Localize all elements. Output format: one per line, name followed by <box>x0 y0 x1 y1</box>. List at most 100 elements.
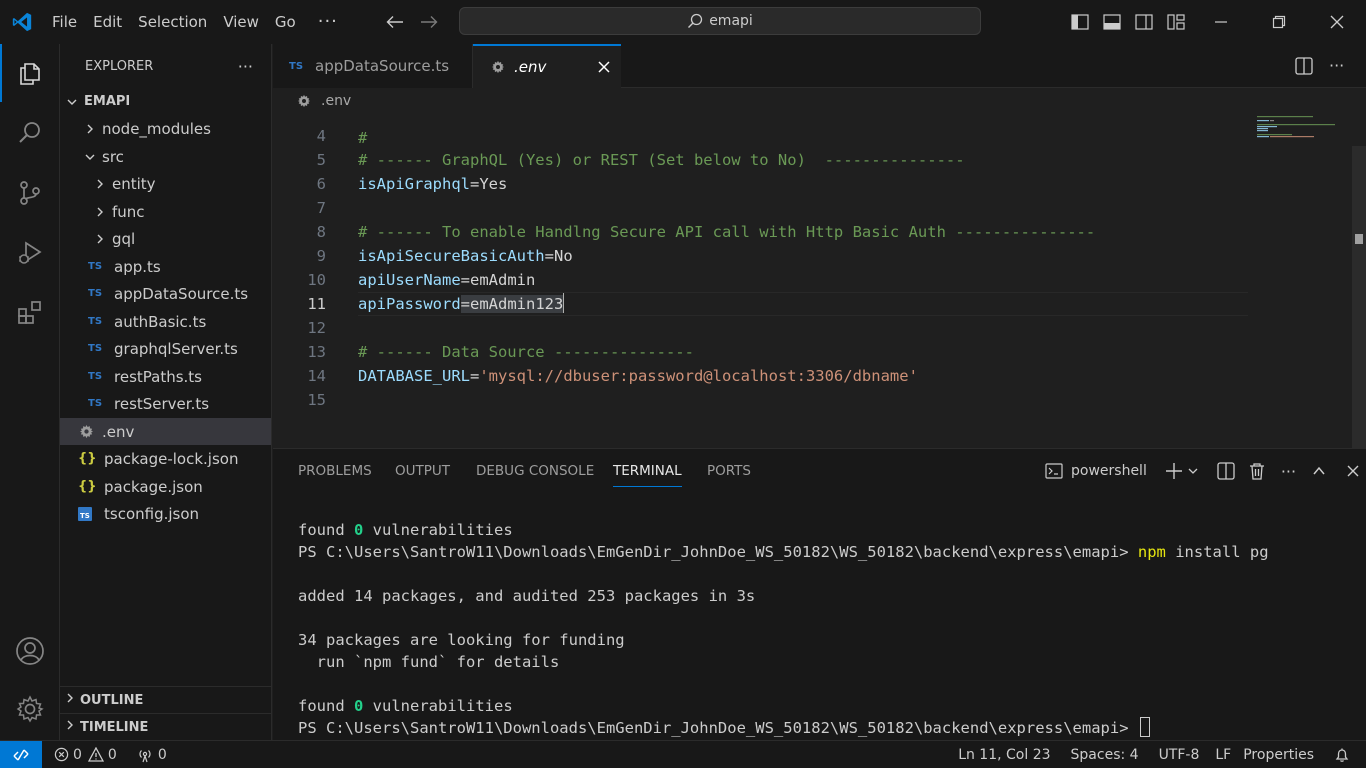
panel-tab-debug-console[interactable]: DEBUG CONSOLE <box>476 449 594 493</box>
explorer-more-button[interactable]: ··· <box>238 57 253 76</box>
menu-edit[interactable]: Edit <box>85 0 130 44</box>
cursor-position[interactable]: Ln 11, Col 23 <box>952 741 1064 768</box>
split-editor-icon[interactable] <box>1295 57 1313 79</box>
chevron-right-icon <box>92 178 108 190</box>
encoding-status[interactable]: UTF-8 <box>1153 741 1210 768</box>
tree-item-label: entity <box>112 174 156 193</box>
code-line: 15 <box>273 388 1353 412</box>
minimap[interactable] <box>1255 114 1355 154</box>
tree-root-label: EMAPI <box>84 94 131 109</box>
tree-item-label: app.ts <box>114 257 161 276</box>
maximize-panel-icon[interactable] <box>1312 464 1326 478</box>
tab-appdatasource-ts[interactable]: TS appDataSource.ts <box>273 44 473 88</box>
new-terminal-icon[interactable] <box>1165 462 1183 480</box>
tab-env[interactable]: .env <box>473 44 621 88</box>
menu-file[interactable]: File <box>44 0 85 44</box>
code-token: # ------ GraphQL (Yes) or REST (Set belo… <box>358 151 965 169</box>
tree-item-package-lock-json[interactable]: {} package-lock.json <box>60 445 271 472</box>
tree-root-folder[interactable]: EMAPI <box>60 88 271 115</box>
close-tab-icon[interactable] <box>597 60 611 74</box>
forward-arrow-icon[interactable] <box>412 0 446 44</box>
toggle-secondary-sidebar-icon[interactable] <box>1128 0 1160 44</box>
panel-more-button[interactable]: ··· <box>1281 462 1296 481</box>
code-line: 8 # ------ To enable Handlng Secure API c… <box>273 220 1353 244</box>
code-editor[interactable]: # 4 5 # ------ GraphQL (Yes) or REST (Set … <box>273 114 1366 448</box>
tree-item-authbasic-ts[interactable]: TS authBasic.ts <box>60 308 271 335</box>
code-token: No <box>553 247 573 265</box>
panel-tab-terminal[interactable]: TERMINAL <box>613 449 682 493</box>
tree-item-gql[interactable]: gql <box>60 225 271 252</box>
problems-status[interactable]: 0 0 <box>48 741 123 768</box>
tree-item-env[interactable]: .env <box>60 418 271 445</box>
customize-layout-icon[interactable] <box>1160 0 1192 44</box>
typescript-file-icon: TS <box>88 371 103 382</box>
command-center-search[interactable]: emapi <box>459 7 981 35</box>
menu-more[interactable]: ··· <box>304 0 352 44</box>
ports-status[interactable]: 0 <box>131 741 173 768</box>
toggle-panel-icon[interactable] <box>1096 0 1128 44</box>
menu-selection[interactable]: Selection <box>130 0 215 44</box>
language-mode[interactable]: Properties <box>1237 741 1328 768</box>
tree-item-entity[interactable]: entity <box>60 170 271 197</box>
tree-item-package-json[interactable]: {} package.json <box>60 473 271 500</box>
close-panel-icon[interactable] <box>1346 464 1360 478</box>
minimize-window-icon[interactable] <box>1192 0 1250 44</box>
restore-window-icon[interactable] <box>1250 0 1308 44</box>
tree-item-label: node_modules <box>102 119 211 138</box>
terminal-text: vulnerabilities <box>363 521 513 539</box>
tree-item-label: func <box>112 202 145 221</box>
notifications-bell-icon[interactable] <box>1328 741 1366 768</box>
tree-item-node-modules[interactable]: node_modules <box>60 115 271 142</box>
settings-gear-icon[interactable] <box>0 680 60 738</box>
toggle-primary-sidebar-icon[interactable] <box>1064 0 1096 44</box>
eol-status[interactable]: LF <box>1209 741 1237 768</box>
code-text: # ------ Data Source --------------- <box>358 340 694 364</box>
editor-more-actions-icon[interactable]: ··· <box>1329 56 1344 75</box>
split-terminal-icon[interactable] <box>1217 462 1235 480</box>
close-window-icon[interactable] <box>1308 0 1366 44</box>
panel-tab-problems[interactable]: PROBLEMS <box>298 449 372 493</box>
breadcrumb-file[interactable]: .env <box>321 93 351 109</box>
terminal-line: PS C:\Users\SantroW11\Downloads\EmGenDir… <box>298 541 1269 563</box>
editor-scrollbar[interactable] <box>1352 146 1366 448</box>
terminal-text: 0 <box>354 697 364 715</box>
trash-icon[interactable] <box>1249 462 1265 480</box>
tree-item-restpaths-ts[interactable]: TS restPaths.ts <box>60 363 271 390</box>
remote-indicator-icon[interactable] <box>0 741 42 768</box>
tree-item-label: package.json <box>104 477 203 496</box>
accounts-icon[interactable] <box>0 622 60 680</box>
tree-item-graphqlserver-ts[interactable]: TS graphqlServer.ts <box>60 335 271 362</box>
code-text: isApiSecureBasicAuth=No <box>358 244 573 268</box>
tree-item-app-ts[interactable]: TS app.ts <box>60 253 271 280</box>
outline-label: OUTLINE <box>80 692 144 708</box>
typescript-file-icon: TS <box>88 316 103 327</box>
code-token: = <box>469 367 480 385</box>
tree-item-tsconfig-json[interactable]: TS tsconfig.json <box>60 500 271 527</box>
chevron-down-icon[interactable] <box>1187 465 1199 477</box>
tree-item-label: graphqlServer.ts <box>114 339 238 358</box>
explorer-files-icon[interactable] <box>0 44 60 102</box>
source-control-icon[interactable] <box>0 164 60 222</box>
tree-item-restserver-ts[interactable]: TS restServer.ts <box>60 390 271 417</box>
extensions-icon[interactable] <box>0 284 60 342</box>
typescript-file-icon: TS <box>289 60 304 72</box>
timeline-section-header[interactable]: TIMELINE <box>60 713 271 740</box>
panel-tab-ports[interactable]: PORTS <box>707 449 751 493</box>
outline-section-header[interactable]: OUTLINE <box>60 686 271 713</box>
indentation-status[interactable]: Spaces: 4 <box>1065 741 1153 768</box>
typescript-file-icon: TS <box>88 261 103 272</box>
tree-item-appdatasource-ts[interactable]: TS appDataSource.ts <box>60 280 271 307</box>
search-view-icon[interactable] <box>0 104 60 162</box>
terminal-shell-name[interactable]: powershell <box>1071 463 1147 479</box>
panel-tab-output[interactable]: OUTPUT <box>395 449 450 493</box>
chevron-right-icon <box>92 206 108 218</box>
ports-count: 0 <box>157 746 167 763</box>
code-token: # ------ Data Source --------------- <box>358 343 694 361</box>
tree-item-src[interactable]: src <box>60 143 271 170</box>
run-and-debug-icon[interactable] <box>0 224 60 282</box>
menu-go[interactable]: Go <box>267 0 304 44</box>
back-arrow-icon[interactable] <box>378 0 412 44</box>
tree-item-func[interactable]: func <box>60 198 271 225</box>
menu-view[interactable]: View <box>215 0 267 44</box>
bottom-panel: PROBLEMS OUTPUT DEBUG CONSOLE TERMINAL P… <box>273 448 1366 740</box>
